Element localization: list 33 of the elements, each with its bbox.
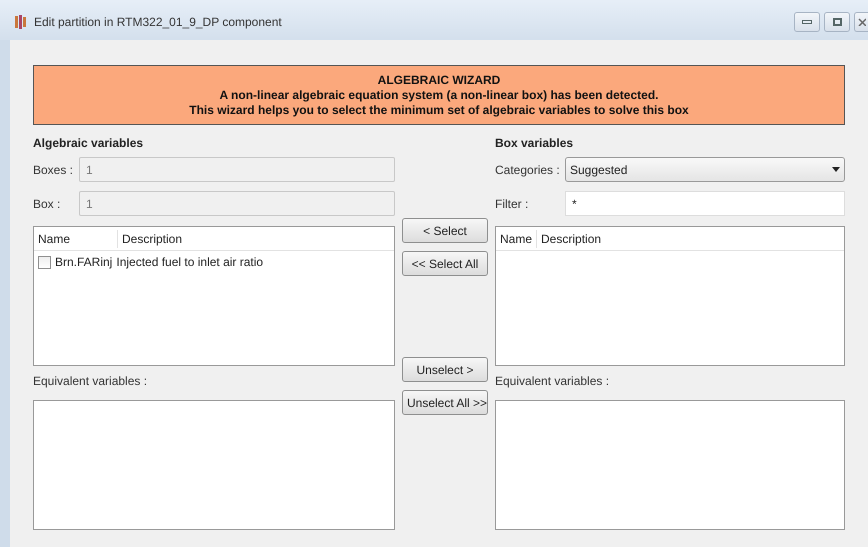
column-header[interactable]: Name bbox=[34, 230, 118, 248]
field-label: Box : bbox=[33, 196, 62, 212]
equivalent-variables-list[interactable] bbox=[495, 400, 845, 530]
section-heading: Algebraic variables bbox=[33, 135, 144, 152]
select-button[interactable]: << Select All bbox=[402, 251, 488, 276]
equivalent-label: Equivalent variables : bbox=[495, 373, 610, 390]
window-title: Edit partition in RTM322_01_9_DP component bbox=[34, 14, 282, 31]
app-icon bbox=[14, 14, 28, 30]
row-checkbox[interactable] bbox=[38, 256, 51, 268]
field-label: Boxes : bbox=[33, 162, 74, 178]
column-header[interactable]: Name bbox=[496, 230, 538, 248]
banner-text: This wizard helps you to select the minimum set of algebraic variables to solve this box bbox=[189, 102, 689, 118]
categories-dropdown[interactable]: Suggested bbox=[565, 157, 845, 182]
equivalent-variables-list[interactable] bbox=[33, 400, 395, 530]
minimize-button[interactable] bbox=[794, 12, 820, 32]
banner-title: ALGEBRAIC WIZARD bbox=[378, 72, 500, 88]
section-heading: Box variables bbox=[495, 135, 574, 152]
field-label: Categories : bbox=[495, 162, 561, 178]
unselect-button[interactable]: Unselect All >> bbox=[402, 390, 488, 415]
column-header[interactable]: Description bbox=[118, 230, 182, 248]
column-header[interactable]: Description bbox=[537, 230, 602, 248]
maximize-button[interactable] bbox=[824, 12, 850, 32]
banner-text: A non-linear algebraic equation system (a non-linear box) has been detected. bbox=[220, 88, 658, 102]
equivalent-label: Equivalent variables : bbox=[33, 373, 148, 390]
dropdown-arrow-icon bbox=[832, 167, 840, 172]
select-button[interactable]: < Select bbox=[402, 218, 488, 243]
filter-field[interactable]: * bbox=[565, 191, 845, 216]
field-label: Filter : bbox=[495, 196, 530, 212]
unselect-button[interactable]: Unselect > bbox=[402, 357, 488, 382]
close-icon bbox=[858, 18, 866, 26]
table-cell-text: Injected fuel to inlet air ratio bbox=[116, 254, 264, 271]
table-cell-text: Brn.FARinj bbox=[55, 254, 112, 271]
close-button[interactable] bbox=[854, 12, 868, 32]
